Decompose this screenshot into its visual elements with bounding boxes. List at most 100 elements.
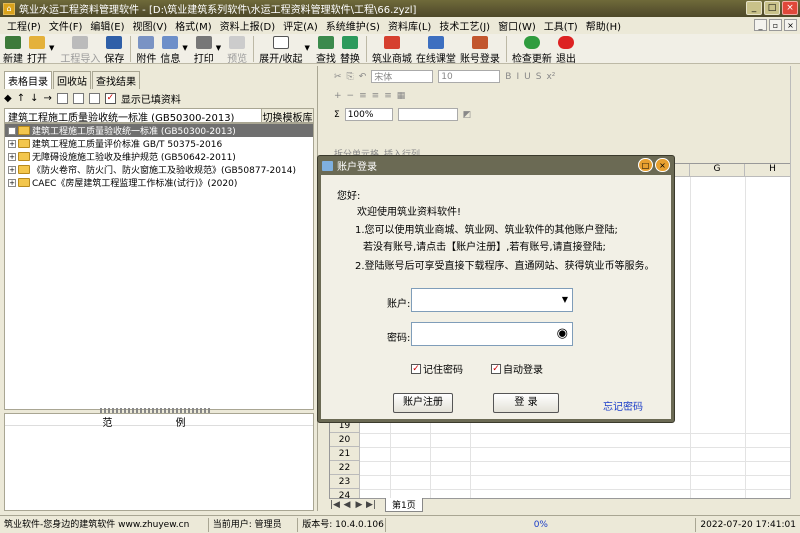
find-button[interactable]: 查找 [316,34,336,65]
vertical-scrollbar[interactable] [790,66,800,499]
dialog-maximize-icon[interactable]: □ [638,158,653,172]
tree-node[interactable]: + 建筑工程施工质量评价标准 GB/T 50375-2016 [5,137,313,150]
expand-plus-icon[interactable]: + [8,165,16,174]
sum-icon[interactable]: Σ [334,110,340,120]
menu-evaluate[interactable]: 评定(A) [279,18,322,33]
plus-icon[interactable]: + [334,91,342,101]
import-button[interactable]: 工程导入 [60,34,100,65]
row-header[interactable]: 22 [330,461,360,475]
last-sheet-icon[interactable]: ▶| [365,500,377,510]
account-dropdown-icon[interactable]: ▼ [562,295,568,304]
sheet-tab[interactable]: 第1页 [385,498,423,512]
preview-button[interactable]: 预览 [227,34,247,65]
border-icon[interactable]: ▦ [397,91,406,101]
add-node-icon[interactable] [56,92,68,104]
open-button[interactable]: 打开 [27,34,47,65]
attach-button[interactable]: 附件 [136,34,156,65]
show-filled-checkbox[interactable]: ✓ [104,92,116,104]
maximize-icon[interactable]: □ [764,1,780,15]
superscript-icon[interactable]: x² [546,72,555,82]
move-right-icon[interactable]: → [43,93,51,104]
minimize-icon[interactable]: _ [746,1,762,15]
bold-icon[interactable]: B [505,72,511,82]
checkbox-box[interactable]: ✓ [491,363,501,374]
checkbox-box[interactable]: ✓ [411,363,421,374]
tree-node[interactable]: + 建筑工程施工质量验收统一标准 (GB50300-2013) [5,124,313,137]
menu-technique[interactable]: 技术工艺(J) [435,18,494,33]
menu-file[interactable]: 文件(F) [45,18,87,33]
close-icon[interactable]: × [782,1,798,15]
tree-node[interactable]: + CAEC《房屋建筑工程监理工作标准(试行)》(2020) [5,176,313,189]
mdi-restore-icon[interactable]: ▫ [769,19,782,31]
undo-icon[interactable]: ↶ [359,72,367,82]
exit-button[interactable]: 退出 [556,34,576,65]
account-login-button[interactable]: 账号登录 [460,34,500,65]
switch-template-button[interactable]: 切换模板库 [261,109,313,124]
classroom-button[interactable]: 在线课堂 [416,34,456,65]
forgot-password-link[interactable]: 忘记密码 [603,398,643,413]
align-right-icon[interactable]: ≡ [384,91,392,101]
menu-project[interactable]: 工程(P) [3,18,45,33]
menu-help[interactable]: 帮助(H) [582,18,625,33]
move-down-icon[interactable]: ↓ [30,93,38,104]
menu-window[interactable]: 窗口(W) [494,18,540,33]
expand-plus-icon[interactable]: + [8,126,16,135]
font-select[interactable]: 宋体 [371,70,434,83]
login-button[interactable]: 登 录 [493,393,559,413]
row-header[interactable]: 20 [330,433,360,447]
prev-sheet-icon[interactable]: ◀ [341,500,353,510]
password-field[interactable]: ◉ [411,322,573,346]
copy-node-icon[interactable] [72,92,84,104]
menu-view[interactable]: 视图(V) [129,18,172,33]
tree-node[interactable]: + 《防火卷帘、防火门、防火窗施工及验收规范》(GB50877-2014) [5,163,313,176]
font-size-select[interactable]: 10 [438,70,501,83]
column-header-g[interactable]: G [690,164,745,177]
expand-collapse-button[interactable]: 展开/收起 [259,34,303,65]
expand-plus-icon[interactable]: + [8,178,16,187]
expand-plus-icon[interactable]: + [8,152,16,161]
expand-dropdown-icon[interactable]: ▼ [305,44,310,52]
tab-recycle-bin[interactable]: 回收站 [53,71,91,89]
account-field[interactable]: ▼ [411,288,573,312]
register-button[interactable]: 账户注册 [393,393,453,413]
move-up-icon[interactable]: ↑ [17,93,25,104]
underline-icon[interactable]: U [524,72,531,82]
line-style-select[interactable] [397,108,458,121]
next-sheet-icon[interactable]: ▶ [353,500,365,510]
open-dropdown-icon[interactable]: ▼ [49,44,54,52]
auto-login-checkbox[interactable]: ✓ 自动登录 [491,361,543,376]
zoom-select[interactable]: 100% [344,108,393,121]
new-button[interactable]: 新建 [3,34,23,65]
print-dropdown-icon[interactable]: ▼ [216,44,221,52]
dialog-close-icon[interactable]: × [655,158,670,172]
copy-icon[interactable]: ⎘ [347,72,354,82]
menu-report[interactable]: 资料上报(D) [216,18,280,33]
row-header[interactable]: 21 [330,447,360,461]
paste-node-icon[interactable] [88,92,100,104]
save-button[interactable]: 保存 [104,34,124,65]
row-header[interactable]: 23 [330,475,360,489]
menu-library[interactable]: 资料库(L) [384,18,435,33]
cut-icon[interactable]: ✂ [334,72,342,82]
mdi-minimize-icon[interactable]: _ [754,19,767,31]
current-standard[interactable]: 建筑工程施工质量验收统一标准 (GB50300-2013) [5,109,261,122]
password-input[interactable] [412,323,572,345]
remember-password-checkbox[interactable]: ✓ 记住密码 [411,361,463,376]
info-dropdown-icon[interactable]: ▼ [182,44,187,52]
strike-icon[interactable]: S [536,72,542,82]
print-button[interactable]: 打印 [194,34,214,65]
italic-icon[interactable]: I [516,72,519,82]
check-update-button[interactable]: 检查更新 [512,34,552,65]
replace-button[interactable]: 替换 [340,34,360,65]
menu-tools[interactable]: 工具(T) [540,18,582,33]
account-input[interactable] [412,289,572,311]
mdi-close-icon[interactable]: × [784,19,797,31]
menu-format[interactable]: 格式(M) [171,18,215,33]
first-sheet-icon[interactable]: |◀ [329,500,341,510]
mall-button[interactable]: 筑业商城 [372,34,412,65]
tree-node[interactable]: + 无障碍设施施工验收及维护规范 (GB50642-2011) [5,150,313,163]
expand-plus-icon[interactable]: + [8,139,16,148]
move-left-icon[interactable]: ◆ [4,93,12,104]
align-left-icon[interactable]: ≡ [359,91,367,101]
fill-color-icon[interactable]: ◩ [463,110,472,120]
